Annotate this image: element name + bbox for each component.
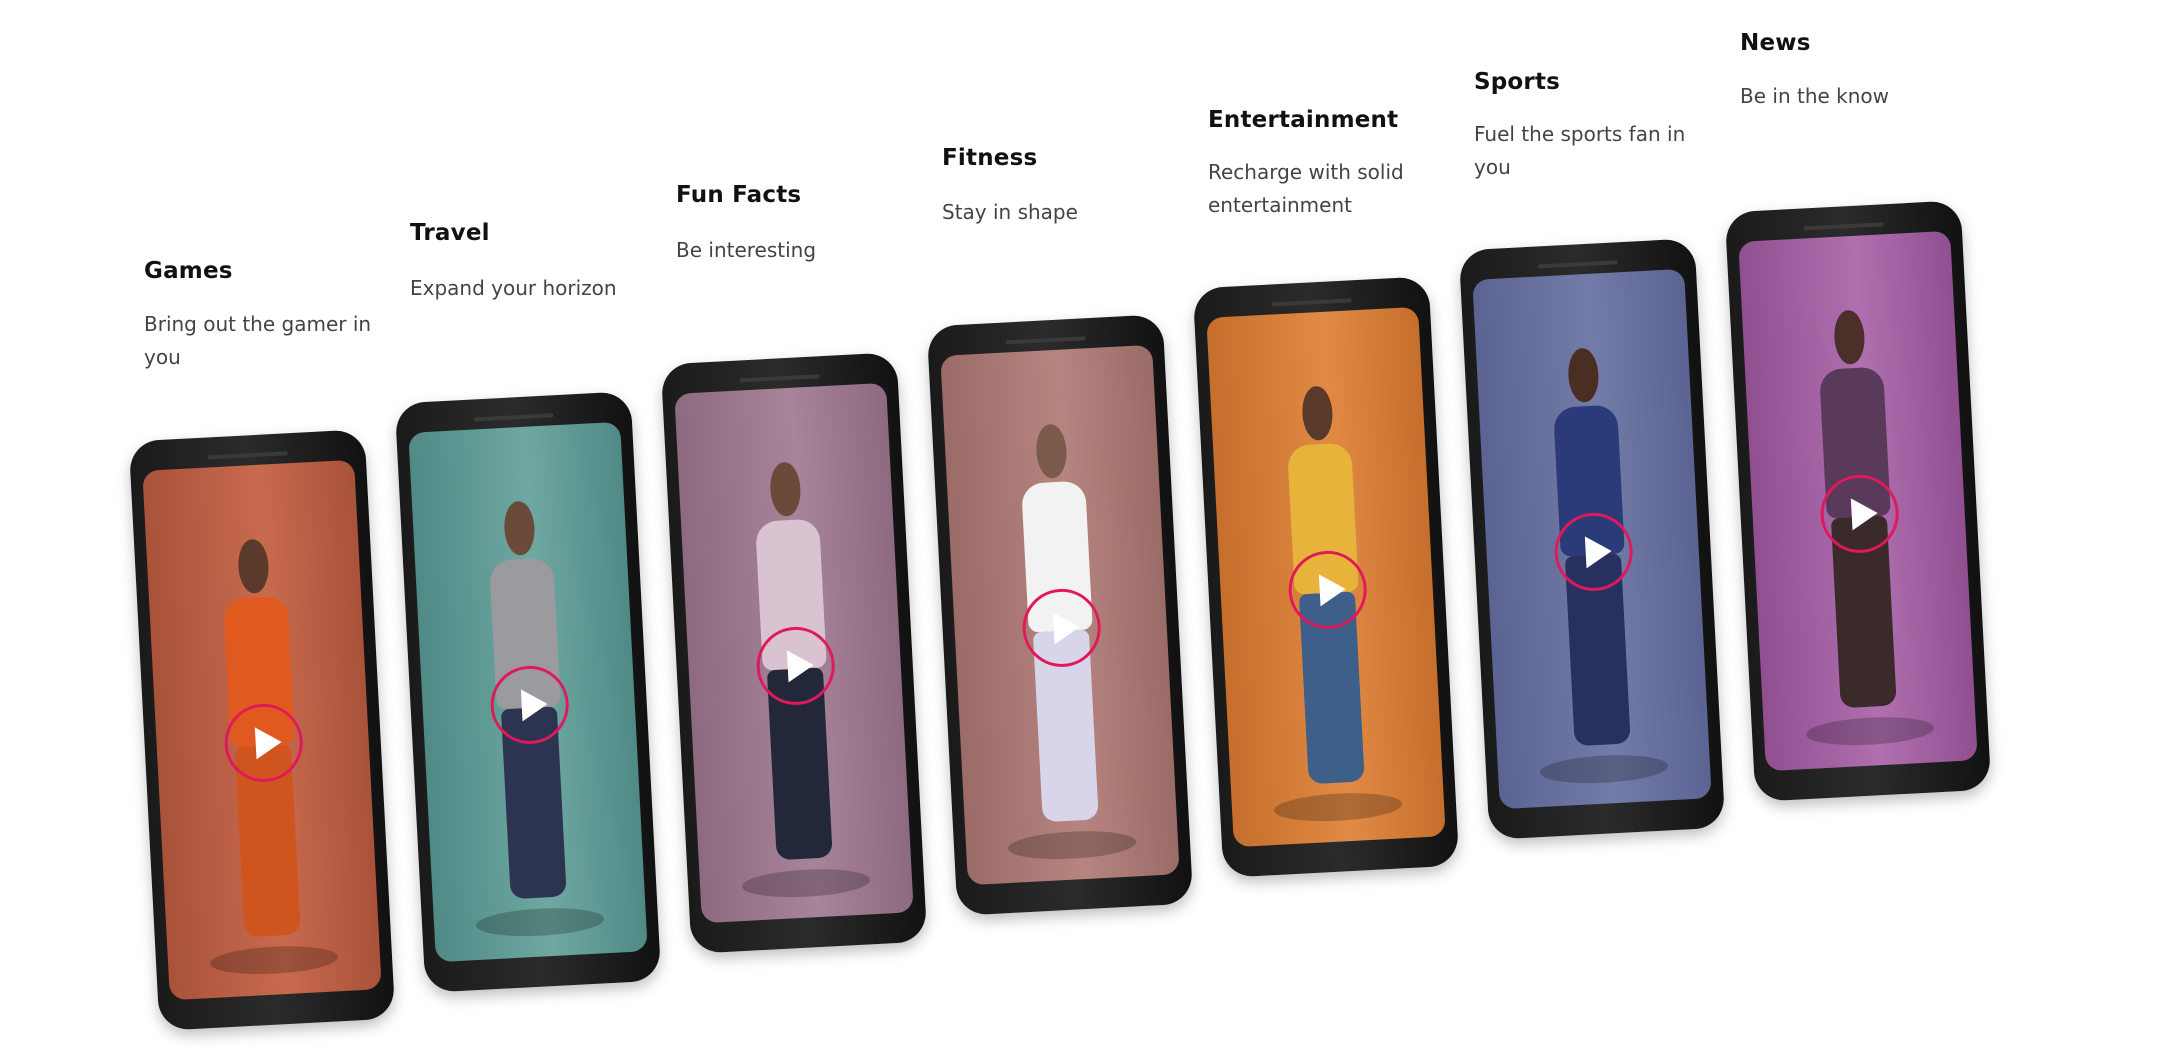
play-button[interactable] (222, 701, 305, 784)
category-title: Fun Facts (676, 182, 802, 208)
category-subtitle: Recharge with solid entertainment (1208, 160, 1404, 217)
category-carousel: Games Bring out the gamer in you Travel … (0, 0, 2171, 1059)
play-icon (1584, 536, 1612, 569)
play-icon (786, 650, 814, 683)
phone-video-news[interactable] (1724, 200, 1992, 802)
play-button[interactable] (754, 624, 837, 707)
category-subtitle: Bring out the gamer in you (144, 312, 372, 369)
phone-video-fitness[interactable] (926, 314, 1194, 916)
phone-video-entertainment[interactable] (1192, 276, 1460, 878)
category-subtitle: Be interesting (676, 238, 817, 262)
category-subtitle: Fuel the sports fan in you (1474, 122, 1686, 179)
play-button[interactable] (1552, 510, 1635, 593)
phone-video-sports[interactable] (1458, 238, 1726, 840)
category-title: Entertainment (1208, 107, 1399, 133)
category-title: News (1740, 30, 1811, 56)
category-title: Travel (410, 220, 490, 246)
play-icon (254, 727, 282, 760)
play-button[interactable] (1020, 586, 1103, 669)
play-icon (520, 689, 548, 722)
play-icon (1850, 498, 1878, 531)
play-icon (1318, 574, 1346, 607)
category-title: Fitness (942, 145, 1038, 171)
phone-video-travel[interactable] (394, 391, 662, 993)
phone-video-fun-facts[interactable] (660, 352, 928, 954)
category-subtitle: Be in the know (1740, 84, 1890, 108)
category-title: Games (144, 258, 233, 284)
category-subtitle: Stay in shape (942, 200, 1078, 224)
play-button[interactable] (488, 663, 571, 746)
phone-video-games[interactable] (128, 429, 396, 1031)
play-icon (1052, 612, 1080, 645)
category-title: Sports (1474, 69, 1561, 95)
category-subtitle: Expand your horizon (410, 276, 617, 300)
play-button[interactable] (1818, 472, 1901, 555)
play-button[interactable] (1286, 548, 1369, 631)
